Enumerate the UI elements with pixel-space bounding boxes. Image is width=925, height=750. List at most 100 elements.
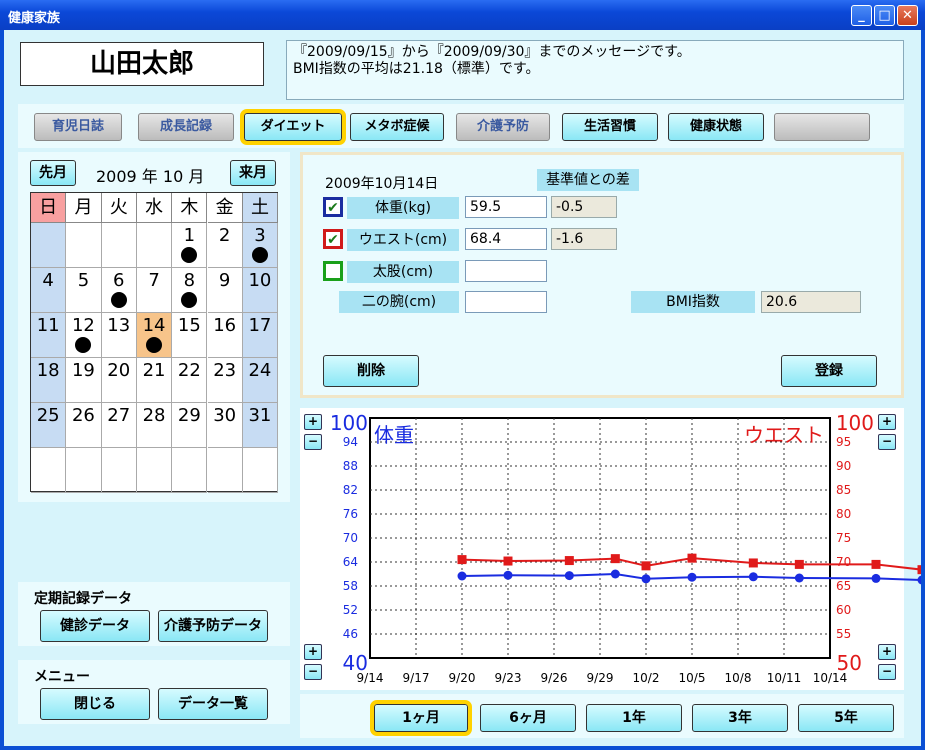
calendar-day[interactable]: 5	[66, 268, 102, 313]
calendar-day[interactable]	[31, 223, 67, 268]
weight-label: 体重(kg)	[347, 197, 459, 219]
day-number: 6	[113, 270, 125, 291]
calendar-day[interactable]: 17	[242, 313, 279, 358]
calendar-day[interactable]: 20	[101, 358, 137, 403]
calendar-day[interactable]: 19	[66, 358, 102, 403]
calendar-day[interactable]: 18	[31, 358, 67, 403]
day-number: 10	[248, 270, 272, 291]
day-number: 21	[142, 360, 166, 381]
title-bar[interactable]: 健康家族 _ □ ✕	[0, 0, 925, 30]
day-number: 15	[177, 315, 201, 336]
calendar-day[interactable]	[101, 448, 137, 493]
calendar-day[interactable]	[172, 448, 208, 493]
delete-button[interactable]: 削除	[323, 355, 419, 387]
close-window-button[interactable]: ✕	[897, 5, 918, 26]
calendar-day[interactable]: 28	[136, 403, 173, 448]
calendar-day[interactable]: 8	[172, 268, 208, 313]
waist-checkbox[interactable]: ✔	[323, 229, 343, 249]
calendar-day[interactable]: 6	[101, 268, 137, 313]
right-axis-minus-button[interactable]: −	[878, 434, 896, 450]
range-3-years-button[interactable]: 3年	[692, 704, 788, 732]
calendar-day[interactable]: 23	[207, 358, 243, 403]
weekday-header: 水	[136, 193, 173, 223]
calendar-day[interactable]: 15	[172, 313, 208, 358]
calendar-day[interactable]: 21	[136, 358, 173, 403]
day-number: 31	[248, 405, 272, 426]
weight-input[interactable]: 59.5	[465, 196, 547, 218]
day-number: 12	[71, 315, 95, 336]
calendar-day[interactable]: 3	[242, 223, 279, 268]
calendar-day[interactable]: 16	[207, 313, 243, 358]
day-number: 23	[213, 360, 237, 381]
day-number: 3	[254, 225, 266, 246]
menu-label: メニュー	[34, 669, 90, 685]
range-1-year-button[interactable]: 1年	[586, 704, 682, 732]
tab-diet[interactable]: ダイエット	[240, 109, 346, 145]
calendar-day[interactable]	[207, 448, 243, 493]
right-axis-bottom-plus-button[interactable]: +	[878, 644, 896, 660]
calendar-day[interactable]: 27	[101, 403, 137, 448]
maximize-button[interactable]: □	[874, 5, 895, 26]
prev-month-button[interactable]: 先月	[30, 160, 76, 186]
waist-diff: -1.6	[551, 228, 617, 250]
calendar-day[interactable]: 22	[172, 358, 208, 403]
calendar-day[interactable]: 13	[101, 313, 137, 358]
tab-care[interactable]: 介護予防	[456, 113, 550, 141]
checkup-data-button[interactable]: 健診データ	[40, 610, 150, 642]
care-data-button[interactable]: 介護予防データ	[158, 610, 268, 642]
left-axis-plus-button[interactable]: +	[304, 414, 322, 430]
record-marker-icon	[146, 337, 163, 353]
calendar-day[interactable]: 11	[31, 313, 67, 358]
close-button[interactable]: 閉じる	[40, 688, 150, 720]
right-axis-plus-button[interactable]: +	[878, 414, 896, 430]
calendar-day[interactable]	[31, 448, 67, 493]
calendar-day[interactable]: 2	[207, 223, 243, 268]
day-number: 2	[218, 225, 231, 246]
tab-metabo[interactable]: メタボ症候	[350, 113, 444, 141]
calendar-day[interactable]	[101, 223, 137, 268]
calendar-day[interactable]	[66, 448, 102, 493]
right-axis-bottom-minus-button[interactable]: −	[878, 664, 896, 680]
waist-input[interactable]: 68.4	[465, 228, 547, 250]
tab-lifestyle[interactable]: 生活習慣	[562, 113, 658, 141]
tab-blank[interactable]	[774, 113, 870, 141]
left-axis-bottom-plus-button[interactable]: +	[304, 644, 322, 660]
calendar-day[interactable]	[66, 223, 102, 268]
calendar-day[interactable]: 1	[172, 223, 208, 268]
calendar-day[interactable]: 31	[242, 403, 279, 448]
arm-input[interactable]	[465, 291, 547, 313]
calendar-day[interactable]: 26	[66, 403, 102, 448]
calendar-day[interactable]	[242, 448, 279, 493]
left-axis-minus-button[interactable]: −	[304, 434, 322, 450]
tab-childcare[interactable]: 育児日誌	[34, 113, 122, 141]
entry-form: 2009年10月14日 基準値との差 ✔ 体重(kg) 59.5 -0.5 ✔ …	[300, 152, 904, 398]
tab-health[interactable]: 健康状態	[668, 113, 764, 141]
range-1-month-button[interactable]: 1ヶ月	[370, 700, 472, 736]
calendar-day[interactable]: 9	[207, 268, 243, 313]
calendar-day[interactable]: 25	[31, 403, 67, 448]
calendar-day[interactable]: 30	[207, 403, 243, 448]
weight-checkbox[interactable]: ✔	[323, 197, 343, 217]
calendar-day[interactable]: 12	[66, 313, 102, 358]
minimize-button[interactable]: _	[851, 5, 872, 26]
range-5-years-button[interactable]: 5年	[798, 704, 894, 732]
day-number: 11	[36, 315, 60, 336]
calendar-day[interactable]	[136, 448, 173, 493]
data-list-button[interactable]: データ一覧	[158, 688, 268, 720]
thigh-input[interactable]	[465, 260, 547, 282]
weekday-header: 日	[31, 193, 67, 223]
left-axis-bottom-minus-button[interactable]: −	[304, 664, 322, 680]
calendar-day[interactable]: 10	[242, 268, 279, 313]
calendar-day[interactable]: 4	[31, 268, 67, 313]
weekday-header: 木	[172, 193, 208, 223]
tab-growth[interactable]: 成長記録	[138, 113, 234, 141]
next-month-button[interactable]: 来月	[230, 160, 276, 186]
calendar-day[interactable]: 24	[242, 358, 279, 403]
register-button[interactable]: 登録	[781, 355, 877, 387]
calendar-day[interactable]: 29	[172, 403, 208, 448]
calendar-day[interactable]: 14	[136, 313, 173, 358]
calendar-day[interactable]	[136, 223, 173, 268]
range-6-months-button[interactable]: 6ヶ月	[480, 704, 576, 732]
thigh-checkbox[interactable]	[323, 261, 343, 281]
calendar-day[interactable]: 7	[136, 268, 173, 313]
